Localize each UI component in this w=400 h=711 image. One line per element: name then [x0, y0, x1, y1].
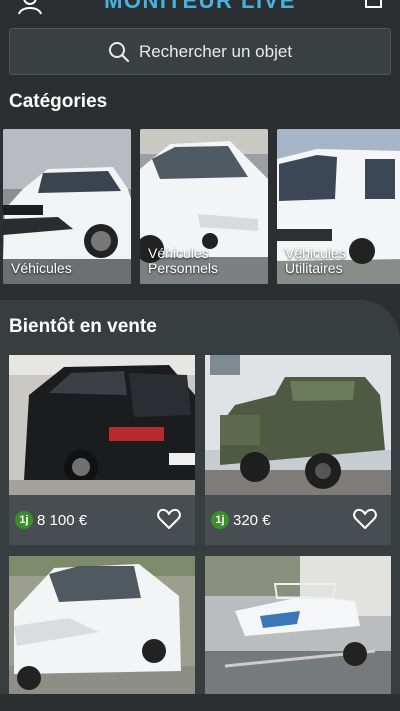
favorite-heart-icon[interactable]	[353, 508, 377, 530]
category-label: Véhicules Utilitaires	[285, 245, 346, 276]
category-label: Véhicules Personnels	[148, 245, 219, 276]
top-bar: MONITEUR LIVE	[0, 0, 400, 22]
category-card-vehicules-utilitaires[interactable]: Véhicules Utilitaires	[277, 129, 400, 284]
listing-photo	[205, 355, 391, 495]
listing-photo	[9, 355, 195, 495]
categories-carousel[interactable]: Véhicules Véhicules Personnels Véhicules…	[3, 129, 400, 284]
upcoming-title: Bientôt en vente	[9, 316, 157, 337]
listing-card[interactable]: 1j 8 100 €	[9, 355, 195, 545]
time-left-badge: 1j	[15, 511, 33, 529]
category-card-vehicules[interactable]: Véhicules	[3, 129, 131, 284]
favorite-heart-icon[interactable]	[157, 508, 181, 530]
time-left-badge: 1j	[211, 511, 229, 529]
listing-card[interactable]	[9, 556, 195, 694]
category-card-vehicules-personnels[interactable]: Véhicules Personnels	[140, 129, 268, 284]
categories-title: Catégories	[9, 91, 108, 112]
search-input[interactable]: Rechercher un objet	[9, 28, 391, 75]
listing-photo	[9, 556, 195, 694]
search-icon	[108, 41, 130, 62]
listing-price: 320 €	[233, 511, 271, 529]
search-placeholder: Rechercher un objet	[138, 41, 293, 61]
listing-card[interactable]: 1j 320 €	[205, 355, 391, 545]
cart-icon[interactable]	[364, 0, 384, 12]
category-label: Véhicules	[11, 260, 72, 276]
listing-price-row: 1j 320 €	[205, 495, 391, 545]
listing-price-row: 1j 8 100 €	[9, 495, 195, 545]
bottom-navigation	[0, 694, 400, 711]
app-brand: MONITEUR LIVE	[104, 0, 296, 13]
listing-photo	[205, 556, 391, 694]
listing-card[interactable]	[205, 556, 391, 694]
listing-price: 8 100 €	[37, 511, 88, 529]
